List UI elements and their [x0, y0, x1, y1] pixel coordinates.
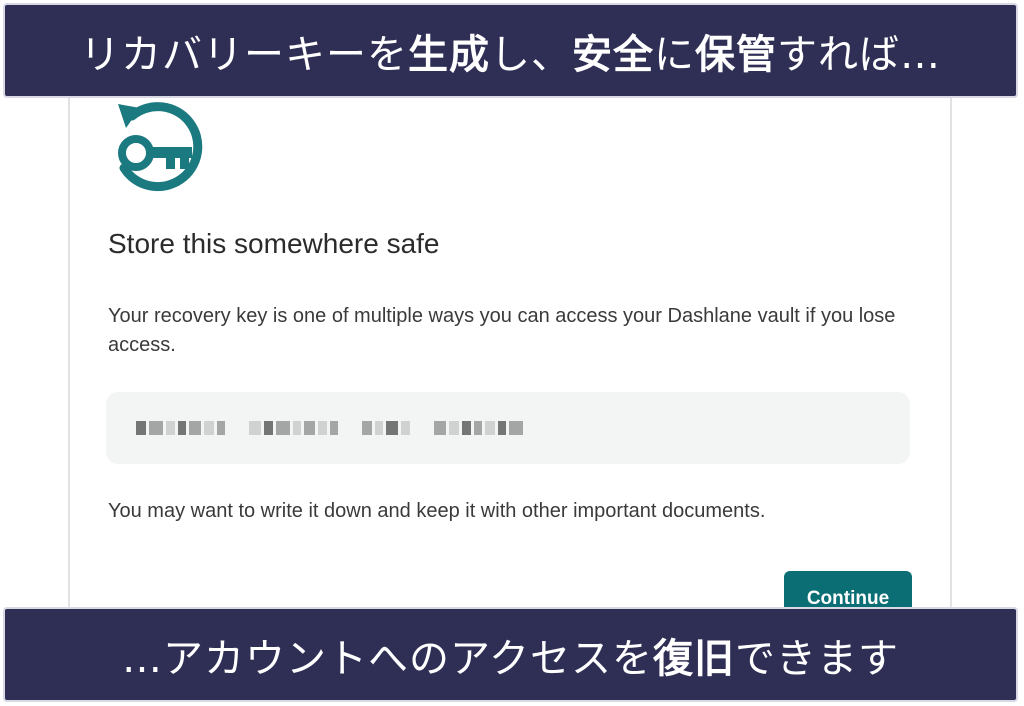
caption-bold: 復旧 — [653, 635, 735, 682]
recovery-key-icon — [110, 98, 210, 198]
caption-text: …アカウントへのアクセスを — [122, 635, 653, 682]
caption-bold: 保管 — [695, 31, 777, 78]
recovery-key-value-blurred — [136, 418, 523, 438]
caption-text: できます — [735, 635, 899, 682]
caption-bold: 安全 — [572, 31, 654, 78]
recovery-key-field — [106, 392, 910, 464]
caption-text: リカバリーキーを — [80, 31, 408, 78]
caption-text: し、 — [490, 31, 572, 78]
dialog-title: Store this somewhere safe — [108, 228, 440, 259]
caption-banner-top: リカバリーキーを 生成 し、 安全に保管 すれば… — [3, 3, 1018, 98]
dialog-note: You may want to write it down and keep i… — [108, 500, 766, 522]
caption-banner-bottom: …アカウントへのアクセスを 復旧 できます — [3, 607, 1018, 702]
caption-text: に — [654, 31, 695, 78]
caption-text: すれば… — [777, 31, 941, 78]
caption-bold: 生成 — [408, 31, 490, 78]
dialog-description: Your recovery key is one of multiple way… — [108, 305, 896, 356]
